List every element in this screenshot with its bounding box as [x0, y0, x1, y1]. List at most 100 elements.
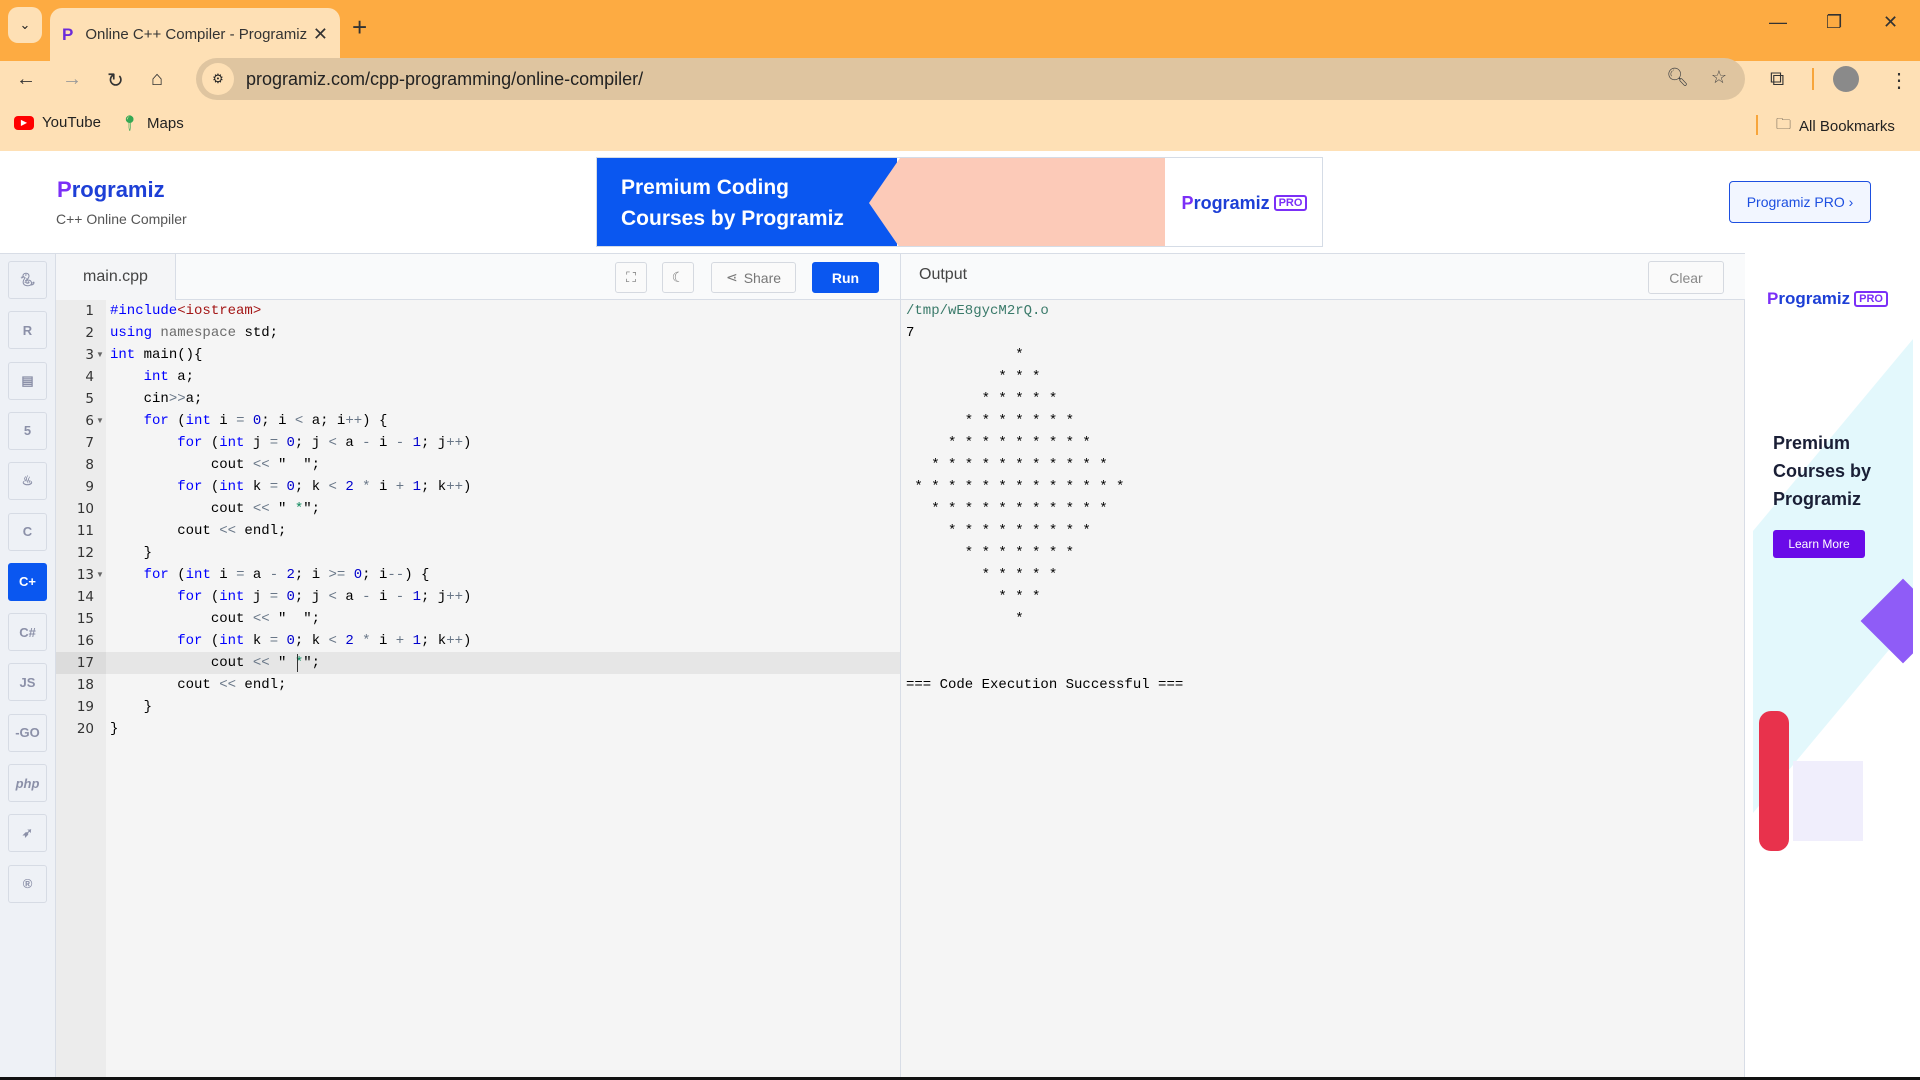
code-token: ; k [420, 479, 447, 495]
file-tab-main-cpp[interactable]: main.cpp [56, 254, 176, 300]
extensions-icon[interactable]: ⧉ [1770, 68, 1784, 91]
code-token: a; [185, 391, 203, 407]
code-token: 0 [286, 633, 295, 649]
side-ad[interactable]: Programiz PRO Premium Courses by Programi… [1753, 261, 1913, 861]
code-line[interactable]: for (int i = 0; i < a; i++) { [110, 410, 388, 432]
sidebar-item-python[interactable]: 🐍︎ [8, 261, 47, 299]
code-line[interactable]: cout << " *"; [110, 652, 320, 674]
output-line: 7 [906, 325, 915, 341]
browser-tab-active[interactable]: P Online C++ Compiler - Programiz ✕ [50, 8, 340, 61]
code-token: << [252, 457, 270, 473]
code-editor[interactable]: 1 #include<iostream> 2 using namespace std;… [56, 300, 900, 1077]
top-banner-ad[interactable]: Premium Coding Courses by Programiz Progr… [596, 157, 1323, 247]
code-line[interactable]: cout << " *"; [110, 498, 320, 520]
fullscreen-button[interactable]: ⛶ [615, 262, 647, 293]
sidebar-item-sql[interactable]: ▤ [8, 361, 47, 400]
share-button[interactable]: ⋖ Share [711, 262, 796, 293]
code-token: i [370, 633, 396, 649]
code-line[interactable]: cout << endl; [110, 674, 286, 696]
all-bookmarks-label: All Bookmarks [1799, 118, 1895, 135]
restore-button[interactable]: ❐ [1826, 12, 1842, 33]
home-button[interactable]: ⌂ [151, 68, 163, 91]
sidebar-item-rust[interactable]: ® [8, 864, 47, 903]
code-token: for [177, 479, 203, 495]
code-line[interactable]: cin>>a; [110, 388, 203, 410]
reload-button[interactable]: ↻ [107, 68, 124, 93]
dark-mode-button[interactable]: ☾ [662, 262, 694, 293]
sidebar-item-c[interactable]: C [8, 512, 47, 551]
code-line[interactable]: int main(){ [110, 344, 202, 366]
code-line[interactable]: } [110, 718, 118, 740]
sidebar-item-cpp[interactable]: C+ [8, 562, 47, 601]
code-token: a [336, 435, 363, 451]
html-icon: 5 [23, 423, 32, 439]
profile-avatar[interactable] [1833, 66, 1859, 92]
address-bar[interactable]: ⚙ programiz.com/cpp-programming/online-c… [196, 58, 1745, 100]
clear-button[interactable]: Clear [1648, 261, 1724, 294]
sidebar-item-javascript[interactable]: JS [8, 663, 47, 702]
code-token: * [362, 633, 371, 649]
banner-line2: Courses by Programiz [621, 207, 844, 230]
tab-search-dropdown-button[interactable]: ⌄ [8, 7, 42, 43]
programiz-logo[interactable]: Programiz [57, 177, 165, 203]
programiz-pro-button[interactable]: Programiz PRO › [1729, 181, 1871, 223]
code-line[interactable]: cout << endl; [110, 520, 286, 542]
code-line[interactable]: cout << " "; [110, 454, 320, 476]
sidebar-item-php[interactable]: php [8, 764, 47, 802]
code-line[interactable]: int a; [110, 366, 194, 388]
menu-kebab-icon[interactable]: ⋮ [1889, 68, 1909, 93]
code-line[interactable]: for (int i = a - 2; i >= 0; i--) { [110, 564, 430, 586]
code-line[interactable]: for (int k = 0; k < 2 * i + 1; k++) [110, 630, 471, 652]
all-bookmarks-button[interactable]: 🗀 All Bookmarks [1776, 114, 1895, 139]
code-token: " [269, 655, 295, 671]
bookmark-youtube[interactable]: ▶ YouTube [14, 114, 101, 131]
zoom-icon[interactable]: 🔍︎ [1666, 67, 1689, 88]
minimize-button[interactable]: — [1769, 12, 1787, 33]
maps-pin-icon: 📍︎ [120, 115, 140, 132]
code-token: + [395, 633, 405, 649]
code-line[interactable]: for (int k = 0; k < 2 * i + 1; k++) [110, 476, 471, 498]
code-token: " [269, 501, 295, 517]
sidebar-item-java[interactable]: ♨ [8, 462, 47, 501]
code-token: for [177, 589, 203, 605]
close-window-button[interactable]: ✕ [1883, 12, 1898, 33]
code-line[interactable]: #include<iostream> [110, 300, 261, 322]
code-token: = [269, 435, 279, 451]
code-line[interactable]: using namespace std; [110, 322, 278, 344]
sidebar-item-go[interactable]: -GO [8, 713, 47, 752]
code-token: - [362, 435, 371, 451]
sidebar-item-swift[interactable]: ➶ [8, 814, 47, 853]
code-line[interactable]: cout << " "; [110, 608, 320, 630]
site-settings-icon[interactable]: ⚙ [202, 63, 234, 95]
sidebar-item-r[interactable]: R [8, 311, 47, 350]
bookmark-star-icon[interactable]: ☆ [1711, 67, 1727, 88]
code-line[interactable]: } [110, 696, 152, 718]
line-number: 13 [76, 567, 94, 583]
run-button[interactable]: Run [812, 262, 879, 293]
fold-toggle-icon[interactable]: ▼ [96, 564, 104, 586]
sidebar-item-html[interactable]: 5 [8, 411, 47, 450]
code-line[interactable]: for (int j = 0; j < a - i - 1; j++) [110, 432, 471, 454]
code-token: cout [110, 677, 220, 693]
fold-toggle-icon[interactable]: ▼ [96, 410, 104, 432]
code-token: namespace [160, 325, 237, 341]
python-icon: 🐍︎ [19, 272, 36, 287]
bookmark-maps[interactable]: 📍︎ Maps [120, 114, 184, 133]
code-line[interactable]: } [110, 542, 152, 564]
new-tab-button[interactable]: + [352, 12, 367, 43]
line-number: 4 [85, 369, 94, 385]
url-text[interactable]: programiz.com/cpp-programming/online-com… [246, 69, 643, 90]
forward-button[interactable]: → [62, 68, 82, 91]
code-line[interactable]: for (int j = 0; j < a - i - 1; j++) [110, 586, 471, 608]
code-token: 0 [286, 479, 295, 495]
back-button[interactable]: ← [16, 68, 36, 91]
tab-close-icon[interactable]: ✕ [313, 24, 328, 45]
programiz-favicon-icon: P [62, 24, 74, 44]
learn-more-button[interactable]: Learn More [1773, 530, 1865, 558]
line-number: 11 [76, 523, 94, 539]
sidebar-item-csharp[interactable]: C# [8, 613, 47, 652]
fold-toggle-icon[interactable]: ▼ [96, 344, 104, 366]
